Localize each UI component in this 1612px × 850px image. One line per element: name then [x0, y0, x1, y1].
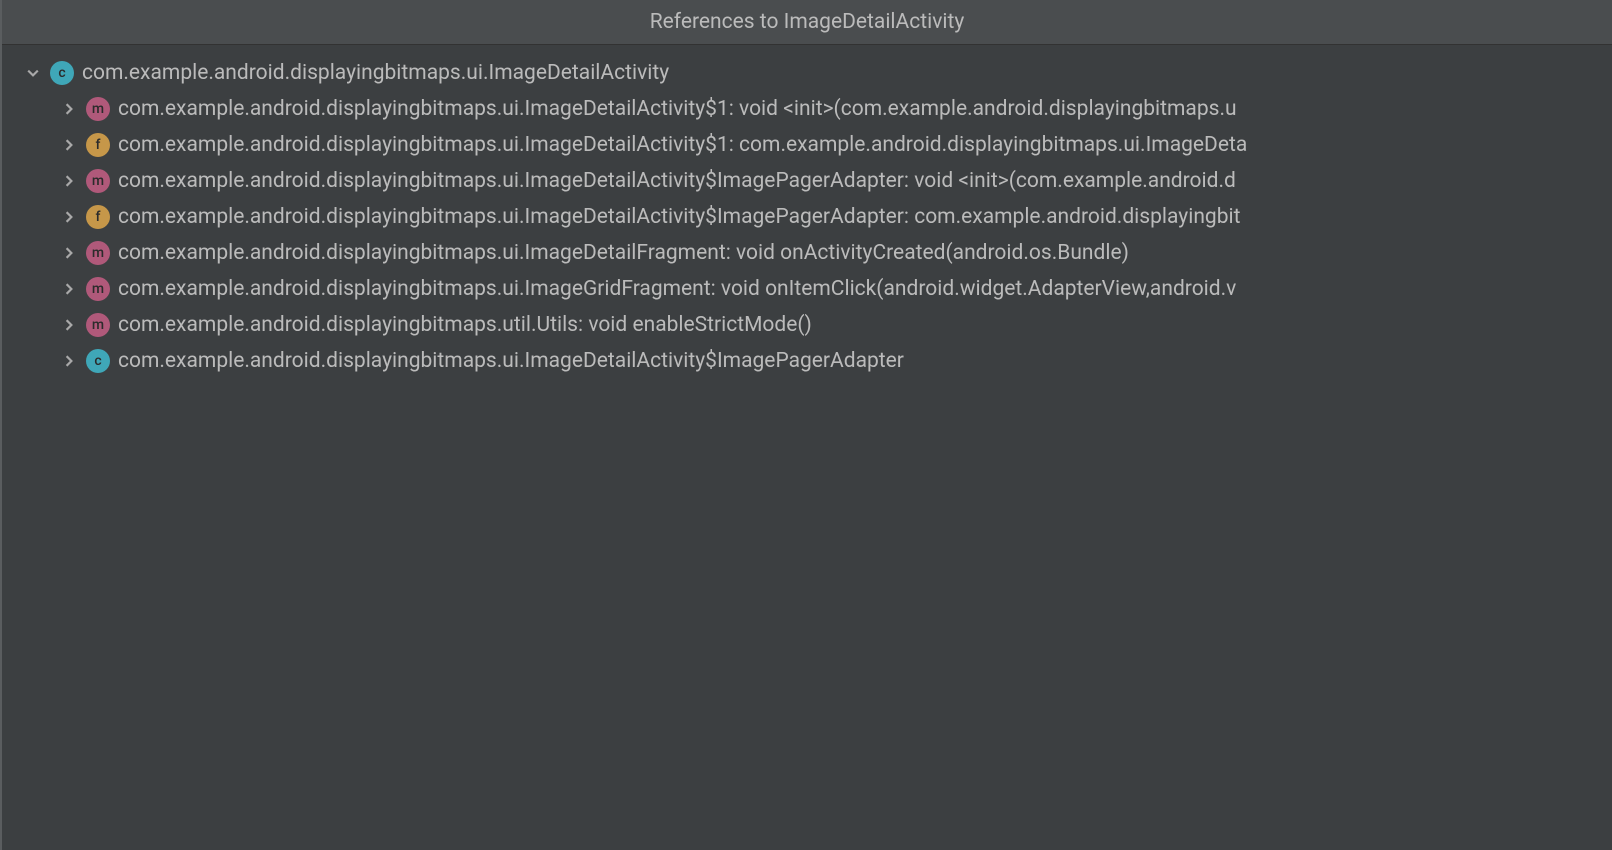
tree-row[interactable]: m com.example.android.displayingbitmaps.…: [2, 91, 1612, 127]
panel-title-text: References to ImageDetailActivity: [650, 10, 965, 34]
method-icon: m: [86, 277, 110, 301]
field-icon: f: [86, 133, 110, 157]
chevron-right-icon[interactable]: [60, 316, 78, 334]
tree-row[interactable]: m com.example.android.displayingbitmaps.…: [2, 307, 1612, 343]
tree-item-label: com.example.android.displayingbitmaps.ui…: [118, 277, 1236, 301]
chevron-right-icon[interactable]: [60, 280, 78, 298]
tree-item-label: com.example.android.displayingbitmaps.ui…: [118, 133, 1247, 157]
tree-root-label: com.example.android.displayingbitmaps.ui…: [82, 61, 669, 85]
chevron-down-icon[interactable]: [24, 64, 42, 82]
tree-item-label: com.example.android.displayingbitmaps.ui…: [118, 241, 1129, 265]
chevron-right-icon[interactable]: [60, 136, 78, 154]
chevron-right-icon[interactable]: [60, 100, 78, 118]
panel-title: References to ImageDetailActivity: [2, 0, 1612, 45]
tree-item-label: com.example.android.displayingbitmaps.ui…: [118, 97, 1237, 121]
tree-row[interactable]: c com.example.android.displayingbitmaps.…: [2, 343, 1612, 379]
class-icon: c: [50, 61, 74, 85]
chevron-right-icon[interactable]: [60, 172, 78, 190]
tree-root-row[interactable]: c com.example.android.displayingbitmaps.…: [2, 55, 1612, 91]
tree-row[interactable]: f com.example.android.displayingbitmaps.…: [2, 199, 1612, 235]
tree-row[interactable]: f com.example.android.displayingbitmaps.…: [2, 127, 1612, 163]
tree-item-label: com.example.android.displayingbitmaps.ui…: [118, 205, 1241, 229]
method-icon: m: [86, 241, 110, 265]
chevron-right-icon[interactable]: [60, 352, 78, 370]
tree-row[interactable]: m com.example.android.displayingbitmaps.…: [2, 163, 1612, 199]
chevron-right-icon[interactable]: [60, 244, 78, 262]
method-icon: m: [86, 169, 110, 193]
tree-row[interactable]: m com.example.android.displayingbitmaps.…: [2, 235, 1612, 271]
tree-row[interactable]: m com.example.android.displayingbitmaps.…: [2, 271, 1612, 307]
tree-item-label: com.example.android.displayingbitmaps.ui…: [118, 349, 904, 373]
method-icon: m: [86, 97, 110, 121]
class-icon: c: [86, 349, 110, 373]
reference-tree: c com.example.android.displayingbitmaps.…: [2, 45, 1612, 379]
field-icon: f: [86, 205, 110, 229]
method-icon: m: [86, 313, 110, 337]
tree-item-label: com.example.android.displayingbitmaps.ut…: [118, 313, 812, 337]
tree-item-label: com.example.android.displayingbitmaps.ui…: [118, 169, 1236, 193]
chevron-right-icon[interactable]: [60, 208, 78, 226]
